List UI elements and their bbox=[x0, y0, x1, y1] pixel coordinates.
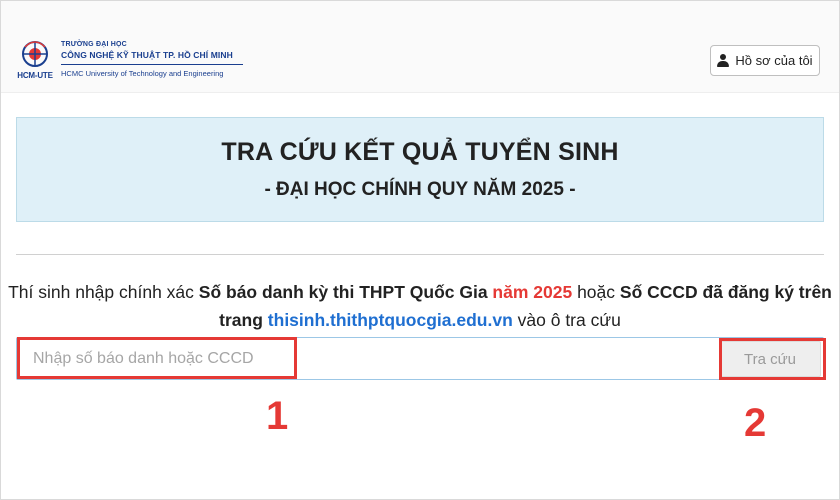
instruction-part2: hoặc bbox=[572, 282, 620, 302]
brand-divider bbox=[61, 64, 243, 65]
my-profile-label: Hồ sơ của tôi bbox=[735, 53, 813, 68]
user-icon bbox=[717, 54, 730, 67]
instruction-text: Thí sinh nhập chính xác Số báo danh kỳ t… bbox=[0, 278, 840, 334]
annotation-box-1 bbox=[17, 337, 297, 379]
site-header: HCM-UTE TRƯỜNG ĐẠI HỌC CÔNG NGHỆ KỸ THUẬ… bbox=[1, 1, 839, 93]
page-title: TRA CỨU KẾT QUẢ TUYỂN SINH bbox=[221, 138, 619, 166]
instruction-year: năm 2025 bbox=[492, 282, 573, 302]
annotation-number-2: 2 bbox=[744, 401, 767, 445]
annotation-box-2 bbox=[719, 338, 826, 380]
annotation-number-1: 1 bbox=[266, 394, 289, 438]
school-brand: TRƯỜNG ĐẠI HỌC CÔNG NGHỆ KỸ THUẬT TP. HỒ… bbox=[61, 41, 243, 78]
title-banner: TRA CỨU KẾT QUẢ TUYỂN SINH - ĐẠI HỌC CHÍ… bbox=[16, 117, 824, 222]
instruction-part4: vào ô tra cứu bbox=[512, 310, 621, 330]
instruction-link[interactable]: thisinh.thithptquocgia.edu.vn bbox=[268, 310, 513, 330]
school-name: CÔNG NGHỆ KỸ THUẬT TP. HỒ CHÍ MINH bbox=[61, 50, 233, 60]
page-subtitle: - ĐẠI HỌC CHÍNH QUY NĂM 2025 - bbox=[264, 179, 576, 200]
section-divider bbox=[16, 254, 824, 255]
instruction-exam-id: Số báo danh kỳ thi THPT Quốc Gia bbox=[198, 282, 493, 302]
logo-text: HCM-UTE bbox=[17, 71, 53, 80]
school-name-en: HCMC University of Technology and Engine… bbox=[61, 69, 224, 78]
instruction-part1: Thí sinh nhập chính xác bbox=[8, 282, 199, 302]
my-profile-button[interactable]: Hồ sơ của tôi bbox=[710, 45, 820, 76]
school-prefix: TRƯỜNG ĐẠI HỌC bbox=[61, 41, 127, 48]
